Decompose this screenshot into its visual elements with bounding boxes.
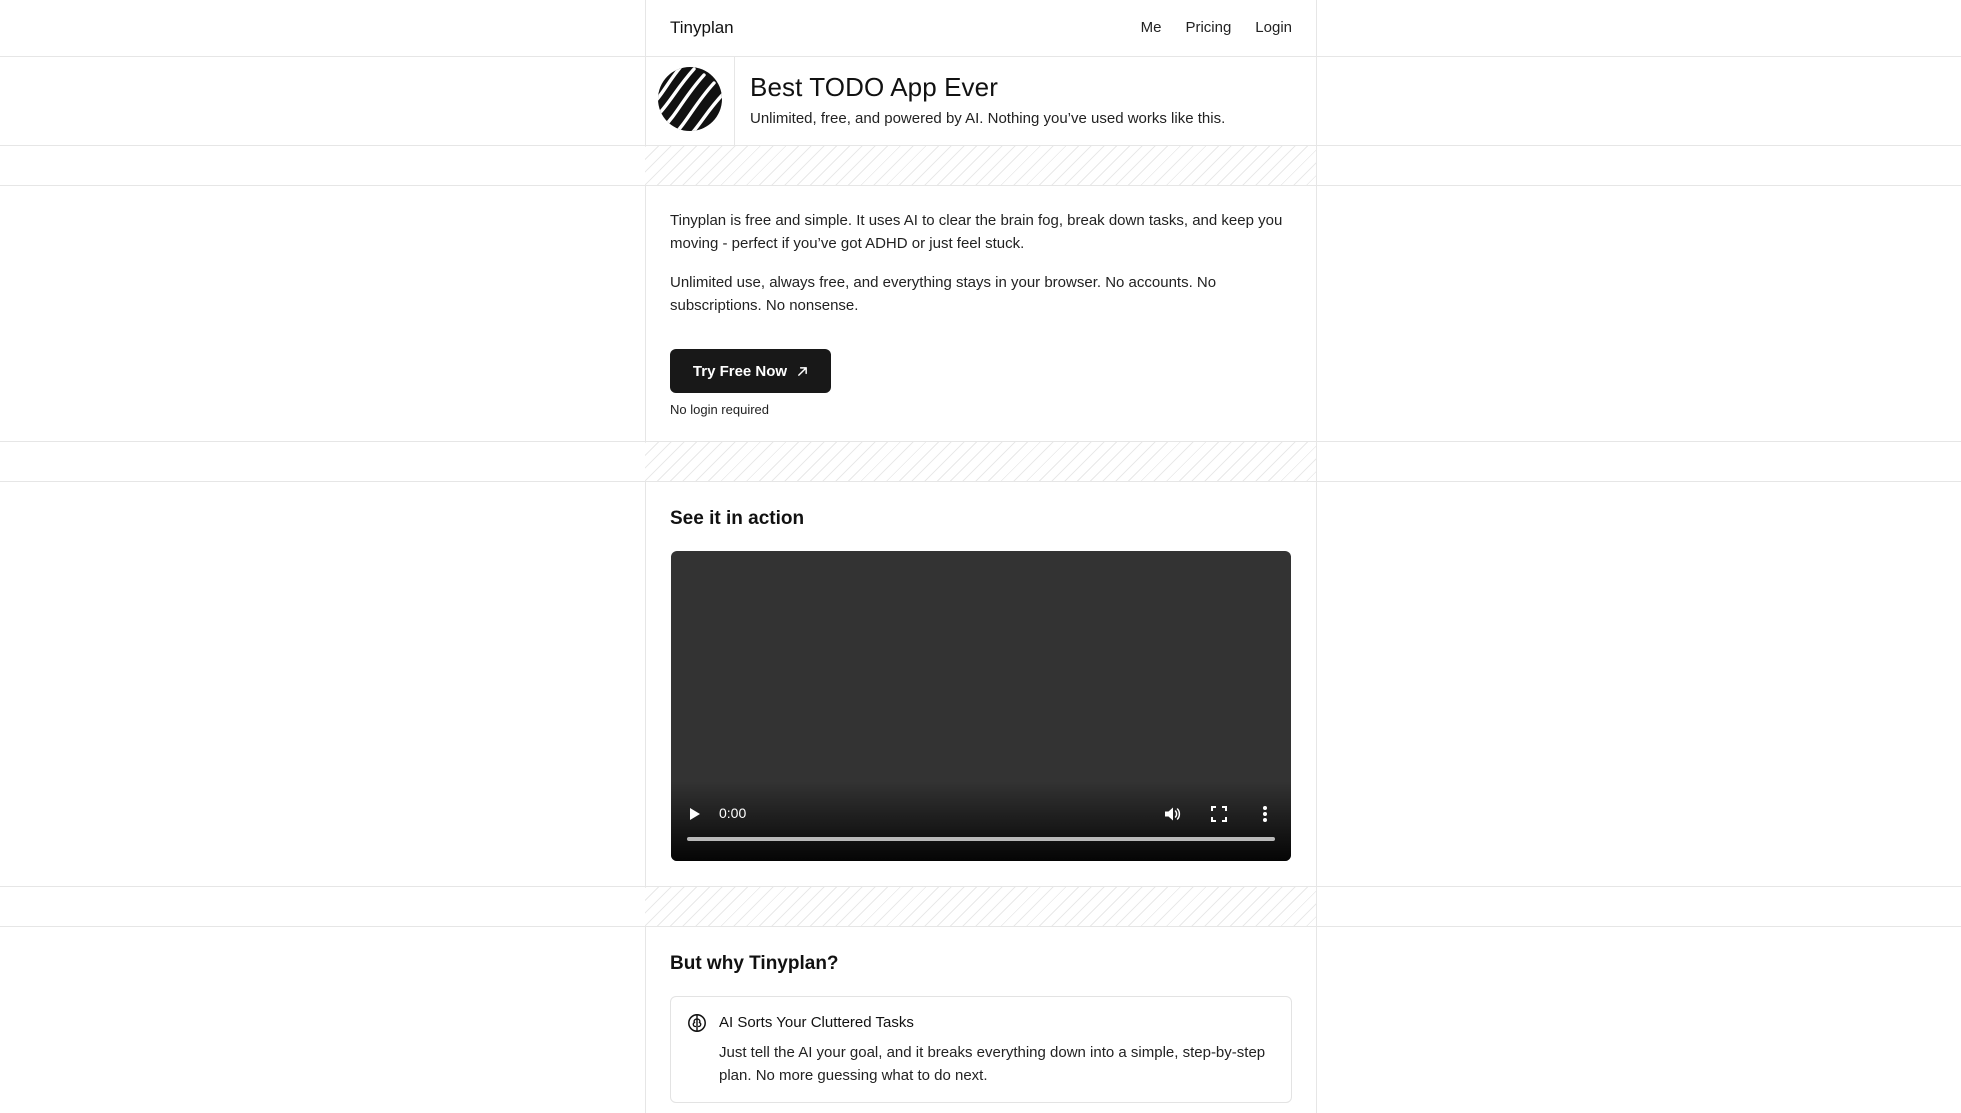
- feature-description: Just tell the AI your goal, and it break…: [719, 1044, 1266, 1084]
- video-progress-bar[interactable]: [687, 837, 1275, 841]
- divider: [0, 481, 1961, 482]
- divider: [0, 56, 1961, 57]
- striped-separator: [645, 887, 1316, 926]
- video-controls-gradient: [671, 781, 1291, 861]
- divider: [1316, 0, 1317, 1113]
- section-title-demo: See it in action: [670, 508, 805, 529]
- brain-icon: [688, 1014, 706, 1032]
- wave-logo-icon: [658, 67, 722, 131]
- fullscreen-icon[interactable]: [1211, 806, 1227, 822]
- demo-video-player[interactable]: 0:00: [671, 551, 1291, 861]
- feature-title: AI Sorts Your Cluttered Tasks: [719, 1014, 914, 1031]
- nav-link-login[interactable]: Login: [1255, 19, 1292, 36]
- intro-paragraph: Tinyplan is free and simple. It uses AI …: [670, 212, 1283, 252]
- volume-icon[interactable]: [1163, 805, 1181, 823]
- video-current-time: 0:00: [719, 805, 747, 821]
- top-nav: Me Pricing Login: [1141, 19, 1292, 36]
- page-title: Best TODO App Ever: [750, 72, 998, 102]
- intro-paragraph: Unlimited use, always free, and everythi…: [670, 274, 1217, 314]
- logo-container: [645, 57, 735, 145]
- no-login-note: No login required: [670, 402, 770, 417]
- striped-separator: [645, 442, 1316, 481]
- more-options-icon[interactable]: [1262, 805, 1268, 823]
- try-free-now-label: Try Free Now: [692, 362, 788, 380]
- nav-link-me[interactable]: Me: [1141, 19, 1162, 36]
- section-title-why: But why Tinyplan?: [670, 953, 839, 974]
- play-icon[interactable]: [689, 807, 701, 821]
- feature-card: AI Sorts Your Cluttered Tasks Just tell …: [670, 996, 1292, 1103]
- page-subtitle: Unlimited, free, and powered by AI. Noth…: [750, 110, 1226, 127]
- brand-link[interactable]: Tinyplan: [670, 18, 734, 38]
- divider: [0, 926, 1961, 927]
- nav-link-pricing[interactable]: Pricing: [1185, 19, 1231, 36]
- striped-separator: [645, 146, 1316, 185]
- divider: [0, 185, 1961, 186]
- try-free-now-button[interactable]: Try Free Now: [670, 349, 831, 393]
- arrow-up-right-icon: [798, 366, 807, 376]
